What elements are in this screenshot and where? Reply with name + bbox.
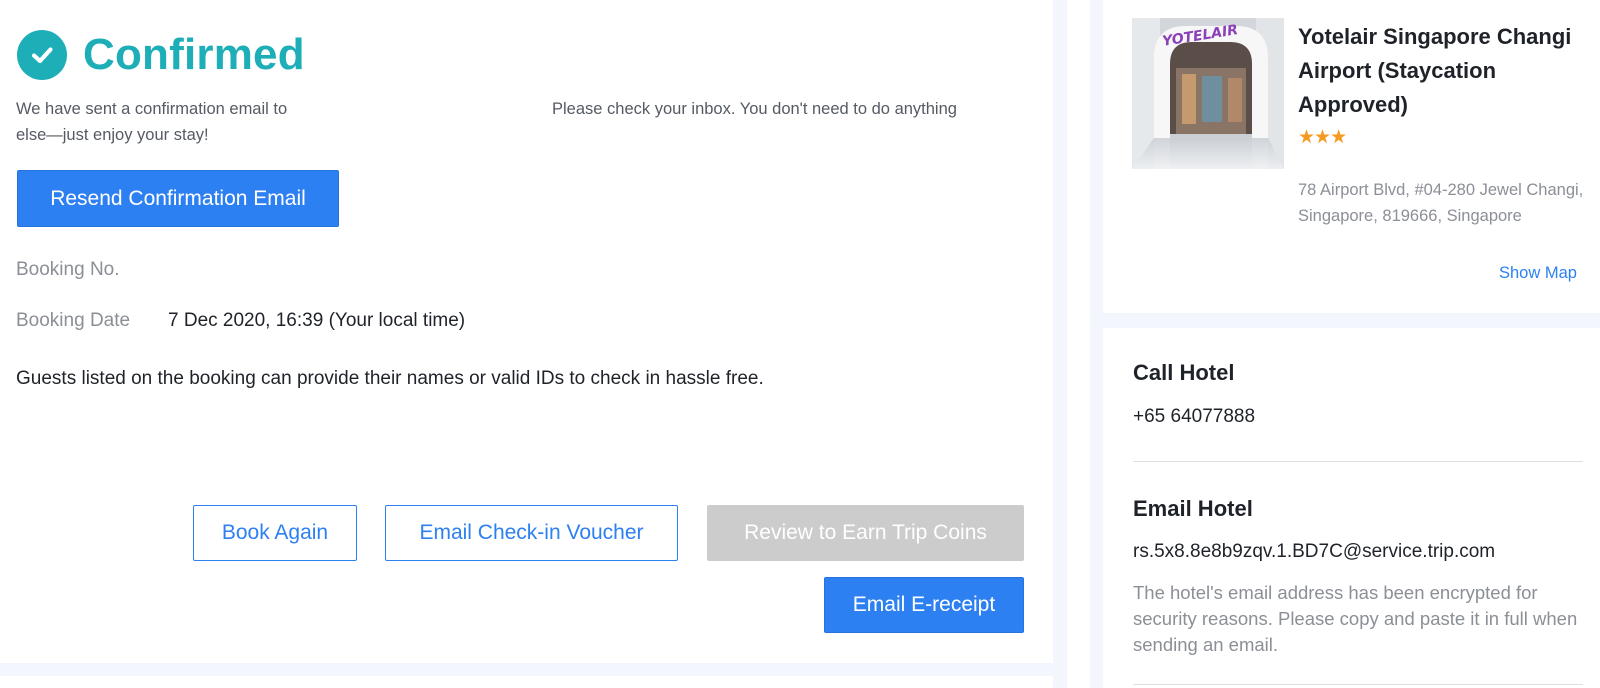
- show-map-link[interactable]: Show Map: [1499, 264, 1577, 283]
- page-title: Confirmed: [83, 30, 305, 79]
- hotel-name[interactable]: Yotelair Singapore Changi Airport (Stayc…: [1298, 20, 1598, 122]
- book-again-button[interactable]: Book Again: [193, 505, 357, 561]
- confirmation-message-part1: We have sent a confirmation email to: [16, 100, 288, 118]
- confirmation-message-part3: else—just enjoy your stay!: [16, 126, 209, 144]
- hotel-photo[interactable]: YOTELAIR: [1132, 18, 1284, 169]
- email-hotel-title: Email Hotel: [1133, 496, 1253, 521]
- hotel-address: 78 Airport Blvd, #04-280 Jewel Changi, S…: [1298, 181, 1584, 225]
- email-checkin-voucher-button[interactable]: Email Check-in Voucher: [385, 505, 678, 561]
- next-section-card: [0, 676, 1053, 688]
- booking-date-value: 7 Dec 2020, 16:39 (Your local time): [168, 310, 466, 331]
- booking-number-label: Booking No.: [16, 259, 120, 280]
- hotel-email-address[interactable]: rs.5x8.8e8b9zqv.1.BD7C@service.trip.com: [1133, 541, 1495, 563]
- check-circle-icon: [17, 30, 67, 80]
- booking-date-label: Booking Date: [16, 310, 131, 331]
- divider: [1133, 461, 1583, 462]
- resend-confirmation-email-button[interactable]: Resend Confirmation Email: [17, 170, 339, 227]
- side-column-strip: [1067, 0, 1090, 688]
- confirmation-message: We have sent a confirmation email to Plea…: [16, 96, 1006, 148]
- star-rating: ★★★: [1298, 127, 1347, 148]
- email-encryption-note: The hotel's email address has been encry…: [1133, 582, 1578, 655]
- booking-date-row: Booking Date 7 Dec 2020, 16:39 (Your loc…: [16, 310, 465, 332]
- confirmation-message-part2: Please check your inbox. You don't need …: [552, 100, 957, 118]
- divider: [1133, 684, 1583, 685]
- email-ereceipt-button[interactable]: Email E-receipt: [824, 577, 1024, 633]
- guests-checkin-note: Guests listed on the booking can provide…: [16, 368, 764, 389]
- call-hotel-title: Call Hotel: [1133, 360, 1235, 385]
- hotel-phone-number[interactable]: +65 64077888: [1133, 406, 1255, 428]
- booking-number-row: Booking No.: [16, 259, 168, 281]
- confirmation-header: Confirmed: [17, 30, 305, 80]
- review-earn-trip-coins-button[interactable]: Review to Earn Trip Coins: [707, 505, 1024, 561]
